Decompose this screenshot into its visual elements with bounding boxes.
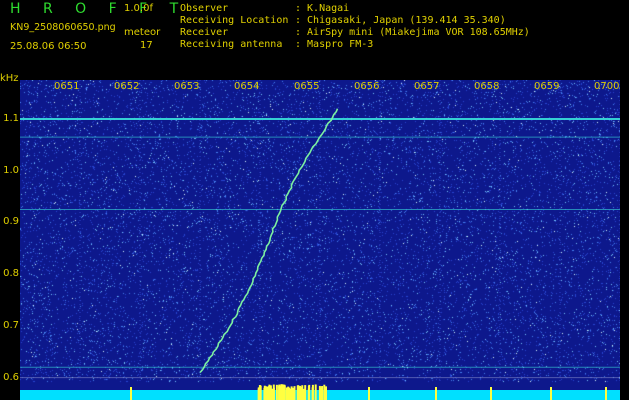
power-peak: [283, 385, 286, 400]
datetime-label: 25.08.06 06:50: [10, 41, 87, 52]
version-label: 1.0.0f: [124, 3, 153, 14]
power-peak: [314, 384, 317, 400]
x-tick-label: 0653: [174, 81, 200, 92]
x-tick-label: 0659: [534, 81, 560, 92]
antenna-value: : Maspro FM-3: [295, 39, 374, 50]
x-tick-label: 0658: [474, 81, 500, 92]
y-tick-label: 0.8: [3, 268, 19, 280]
x-tick-label: 0657: [414, 81, 440, 92]
mode-label: meteor: [124, 27, 161, 38]
power-peak: [320, 387, 323, 400]
y-tick-label: 0.6: [3, 371, 19, 383]
receiver-value: : AirSpy mini (Miakejima VOR 108.65MHz): [295, 27, 530, 38]
power-peak: [289, 388, 292, 400]
x-tick-label: 0651: [54, 81, 80, 92]
power-peak: [605, 387, 607, 400]
location-value: : Chigasaki, Japan (139.414 35.340): [295, 15, 506, 26]
observer-label: Observer: [180, 3, 229, 14]
power-peak: [302, 388, 305, 400]
power-peak: [550, 387, 552, 400]
x-tick-label: 0656: [354, 81, 380, 92]
y-tick-label: 1.0: [3, 164, 19, 176]
power-peak: [130, 387, 132, 400]
power-peak: [265, 386, 268, 400]
spectrogram-overlay: [20, 80, 620, 400]
y-axis-unit: kHz: [0, 73, 19, 84]
power-peak: [368, 387, 370, 400]
location-label: Receiving Location: [180, 15, 289, 26]
power-peak: [307, 388, 310, 400]
x-tick-label: 0700: [594, 81, 620, 92]
power-peak: [275, 384, 278, 400]
power-peak: [281, 385, 284, 400]
power-peak: [269, 385, 272, 400]
power-peak: [272, 384, 275, 400]
power-peak: [257, 388, 260, 400]
app-brand: H R O F F T: [10, 1, 188, 17]
receiver-label: Receiver: [180, 27, 229, 38]
meteor-trace: [199, 108, 339, 374]
count-label: 17: [140, 40, 153, 51]
x-tick-label: 0655: [294, 81, 320, 92]
power-peak: [435, 387, 437, 400]
y-tick-label: 0.7: [3, 319, 19, 331]
observer-value: : K.Nagai: [295, 3, 350, 14]
spectrogram-plot: [20, 80, 620, 400]
power-peak: [490, 387, 492, 400]
power-peak: [311, 387, 314, 400]
y-tick-label: 0.9: [3, 216, 19, 228]
filename-label: KN9_2508060650.png: [10, 22, 116, 33]
power-peak: [287, 386, 290, 400]
x-tick-label: 0654: [234, 81, 260, 92]
power-peak: [296, 386, 299, 400]
antenna-label: Receiving antenna: [180, 39, 283, 50]
power-peak: [325, 386, 327, 400]
y-tick-label: 1.1: [3, 113, 19, 125]
x-tick-label: 0652: [114, 81, 140, 92]
power-peak: [299, 386, 302, 400]
